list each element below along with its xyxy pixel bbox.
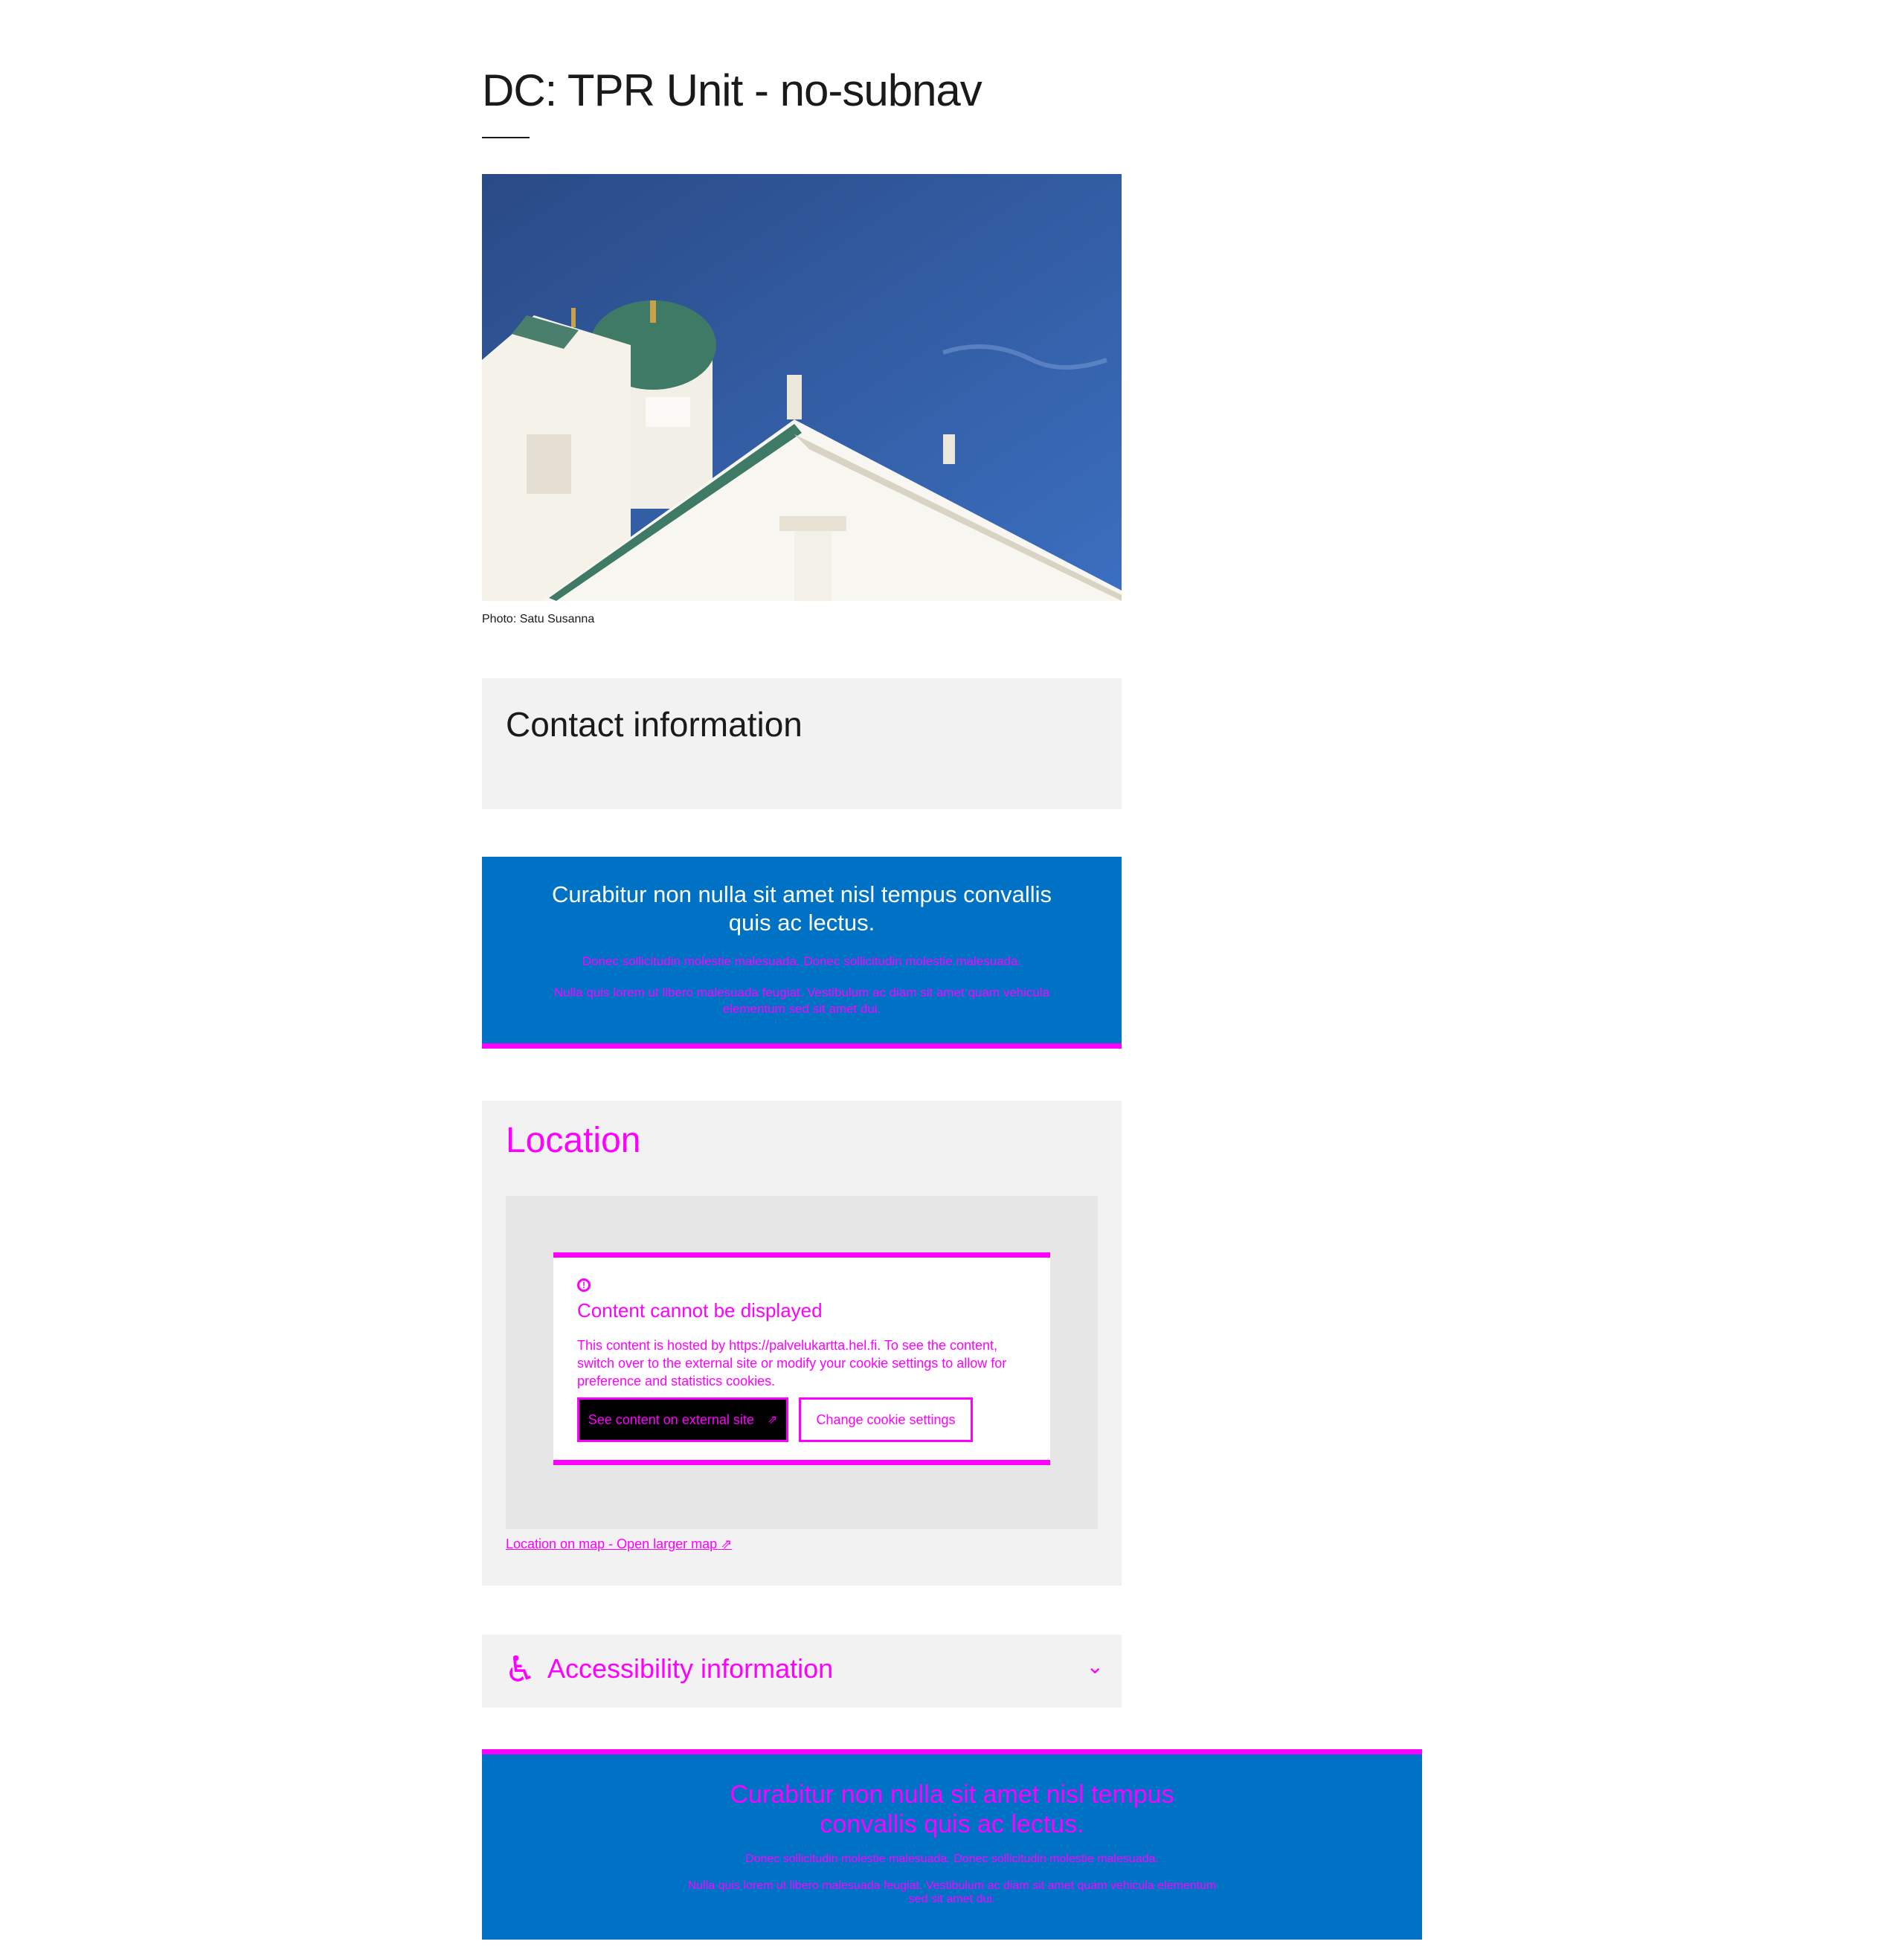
photo-caption: Photo: Satu Susanna bbox=[482, 613, 595, 625]
location-heading: Location bbox=[506, 1121, 641, 1160]
notice-body: This content is hosted by https://palvel… bbox=[577, 1338, 1007, 1389]
hero-image bbox=[482, 174, 1122, 601]
title-divider bbox=[482, 137, 530, 138]
page-title: DC: TPR Unit - no-subnav bbox=[482, 65, 982, 115]
wheelchair-icon: ♿ bbox=[504, 1650, 537, 1690]
contact-heading: Contact information bbox=[506, 705, 803, 744]
info-icon: ! bbox=[577, 1278, 591, 1292]
notice-title: Content cannot be displayed bbox=[577, 1299, 823, 1322]
map-placeholder: ! Content cannot be displayed This conte… bbox=[506, 1196, 1098, 1529]
banner-text: Nulla quis lorem ut libero malesuada feu… bbox=[687, 1879, 1217, 1905]
banner-title: Curabitur non nulla sit amet nisl tempus… bbox=[730, 1780, 1174, 1838]
banner-text: Nulla quis lorem ut libero malesuada feu… bbox=[553, 985, 1050, 1016]
change-cookie-settings-button[interactable]: Change cookie settings bbox=[799, 1397, 973, 1442]
contact-information-section: Contact information bbox=[482, 678, 1122, 809]
see-external-site-button[interactable]: See content on external site ⇗ bbox=[577, 1397, 788, 1442]
chevron-down-icon[interactable]: ⌄ bbox=[1087, 1654, 1104, 1679]
info-banner-bottom: Curabitur non nulla sit amet nisl tempus… bbox=[482, 1749, 1422, 1940]
open-larger-map-link[interactable]: Location on map - Open larger map ⇗ bbox=[506, 1536, 732, 1552]
external-button-label: See content on external site bbox=[588, 1412, 754, 1427]
cookie-notice: ! Content cannot be displayed This conte… bbox=[553, 1252, 1050, 1465]
banner-text: Donec sollicitudin molestie malesuada. D… bbox=[745, 1853, 1159, 1865]
map-link-label: Location on map - Open larger map bbox=[506, 1536, 718, 1551]
banner-title: Curabitur non nulla sit amet nisl tempus… bbox=[552, 881, 1052, 936]
info-banner-top: Curabitur non nulla sit amet nisl tempus… bbox=[482, 857, 1122, 1049]
banner-text: Donec sollicitudin molestie malesuada. D… bbox=[582, 954, 1022, 968]
accessibility-accordion[interactable]: ♿ Accessibility information ⌄ bbox=[482, 1635, 1122, 1708]
location-section: Location ! Content cannot be displayed T… bbox=[482, 1101, 1122, 1586]
external-link-icon: ⇗ bbox=[721, 1536, 733, 1551]
external-link-icon: ⇗ bbox=[767, 1414, 778, 1426]
accordion-label: Accessibility information bbox=[547, 1653, 834, 1684]
